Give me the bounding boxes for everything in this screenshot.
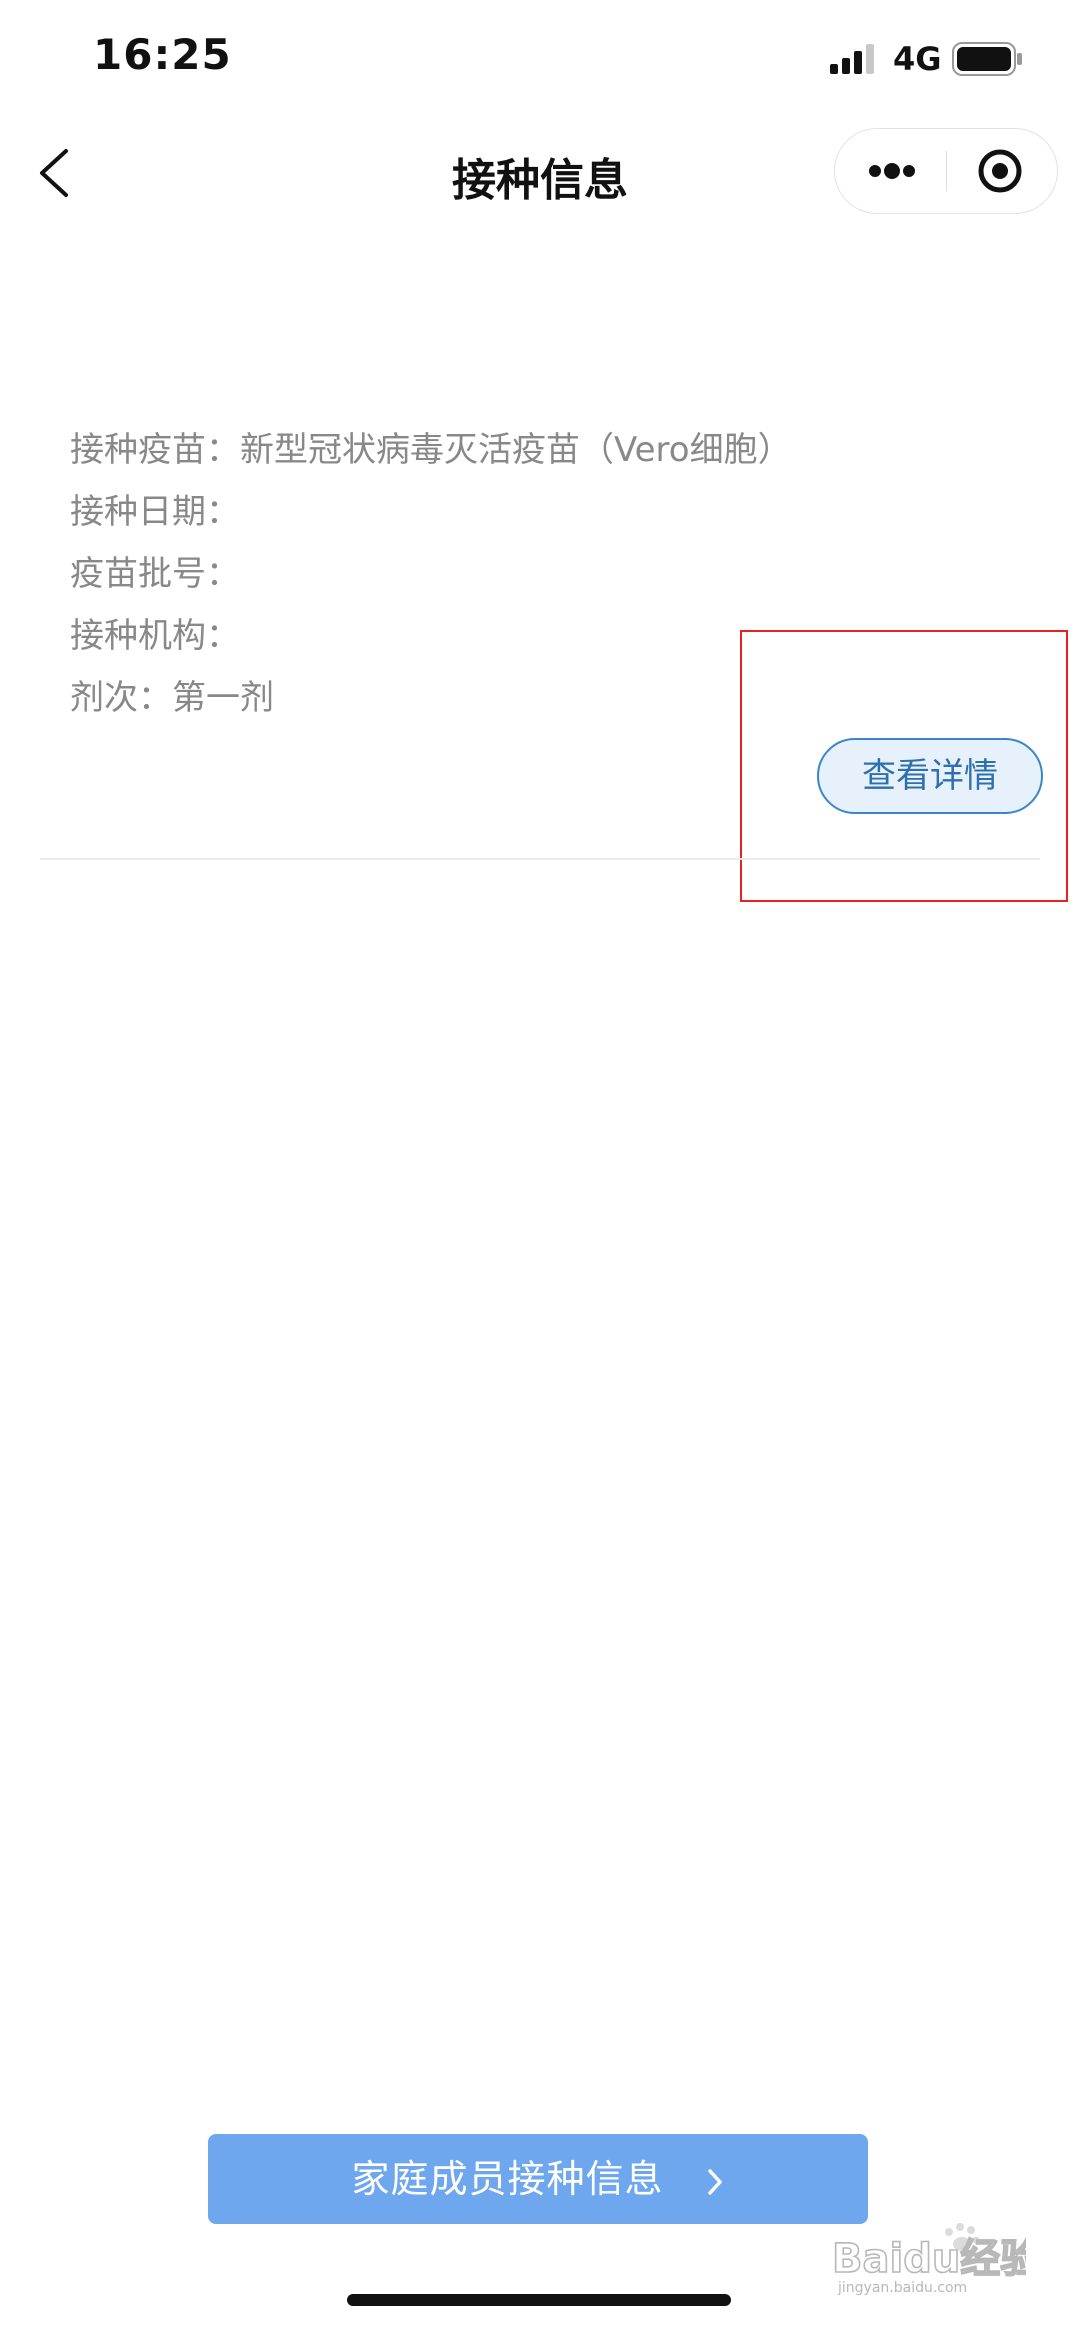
batch-number-row: 疫苗批号： xyxy=(70,554,240,594)
target-close-icon[interactable] xyxy=(947,129,1057,213)
watermark-subtext: jingyan.baidu.com xyxy=(837,2280,967,2296)
more-dots-icon[interactable] xyxy=(835,129,946,213)
highlight-annotation-box xyxy=(740,630,1068,902)
vaccine-name-row: 接种疫苗：新型冠状病毒灭活疫苗（Vero细胞） xyxy=(70,430,792,470)
network-type: 4G xyxy=(893,40,942,78)
vaccination-info-page: 16:25 4G 接种信息 接种疫苗：新型冠状病毒灭活疫苗（Vero细胞） 接种… xyxy=(0,0,1080,2337)
watermark-text: Baidu经验 xyxy=(832,2236,1026,2282)
baidu-jingyan-watermark: Baidu经验 jingyan.baidu.com xyxy=(831,2223,1026,2296)
family-members-vaccination-button[interactable]: 家庭成员接种信息 xyxy=(208,2134,868,2224)
mini-program-capsule xyxy=(834,128,1058,214)
section-divider xyxy=(40,858,1040,860)
page-title: 接种信息 xyxy=(452,155,628,206)
status-time: 16:25 xyxy=(93,30,232,79)
family-button-label: 家庭成员接种信息 xyxy=(351,2157,664,2201)
battery-icon xyxy=(952,42,1022,76)
home-indicator xyxy=(347,2294,731,2306)
chevron-right-icon xyxy=(707,2168,722,2195)
signal-bars-icon xyxy=(830,44,874,74)
vaccination-date-row: 接种日期： xyxy=(70,492,240,532)
back-icon[interactable] xyxy=(32,145,76,201)
